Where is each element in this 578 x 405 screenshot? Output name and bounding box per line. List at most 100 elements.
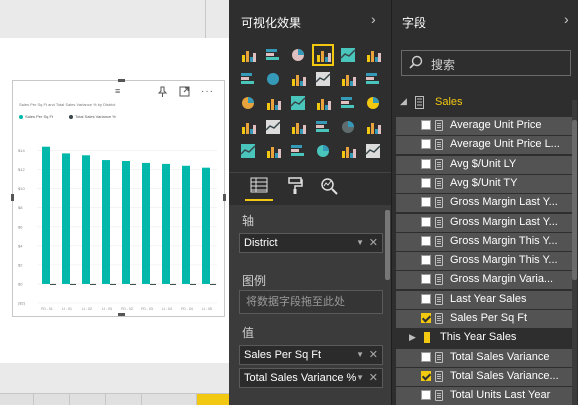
page-tab[interactable] — [0, 394, 34, 405]
report-canvas[interactable]: ≡ ··· Sales Per Sq Ft and Total Sales Va… — [0, 0, 229, 405]
chevron-down-icon[interactable]: ▼ — [356, 369, 364, 387]
field-checkbox[interactable] — [421, 216, 431, 227]
format-paint-roller-icon[interactable] — [281, 177, 309, 201]
collapse-triangle-icon[interactable]: ◢ — [400, 96, 407, 107]
globe-icon[interactable] — [365, 143, 381, 159]
page-tabs-bar — [0, 393, 229, 405]
page-tab[interactable] — [34, 394, 70, 405]
card-icon[interactable] — [315, 119, 331, 135]
field-row[interactable]: Total Sales Variance... — [396, 367, 572, 386]
area-chart-icon[interactable] — [265, 71, 281, 87]
field-row[interactable]: Avg $/Unit TY — [396, 174, 572, 193]
slicer-icon[interactable] — [240, 143, 256, 159]
expand-triangle-icon[interactable]: ▶ — [409, 332, 416, 343]
stacked-bar-chart-icon[interactable] — [240, 47, 256, 63]
fields-tab-icon[interactable] — [245, 177, 273, 201]
bar-sales-per-sq-ft — [62, 153, 70, 284]
field-checkbox[interactable] — [421, 370, 431, 381]
chevron-down-icon[interactable]: ▼ — [356, 346, 364, 364]
field-row[interactable]: ▶ This Year Sales — [396, 329, 572, 347]
field-row[interactable]: Sales Per Sq Ft — [396, 310, 572, 328]
page-tab[interactable] — [142, 394, 197, 405]
line-and-stacked-column-icon[interactable] — [340, 71, 356, 87]
bar-total-sales-variance — [110, 283, 116, 285]
analytics-magnifier-icon[interactable] — [315, 177, 343, 201]
field-row[interactable]: Gross Margin This Y... — [396, 232, 572, 251]
field-row[interactable]: Avg $/Unit LY — [396, 155, 572, 174]
field-checkbox[interactable] — [421, 177, 431, 188]
y-tick-label: $12 — [18, 167, 25, 172]
field-checkbox[interactable] — [421, 313, 431, 323]
value-field-chip[interactable]: Sales Per Sq Ft ▼ ✕ — [239, 345, 383, 365]
gauge-icon[interactable] — [290, 119, 306, 135]
treemap-icon[interactable] — [340, 95, 356, 111]
field-row[interactable]: Last Year Sales — [396, 290, 572, 309]
field-checkbox[interactable] — [421, 351, 431, 362]
field-checkbox[interactable] — [421, 120, 431, 130]
field-checkbox[interactable] — [421, 235, 431, 246]
y-tick-label: $8 — [18, 205, 23, 210]
line-chart-icon[interactable] — [240, 71, 256, 87]
line-and-column-chart-icon[interactable] — [315, 71, 331, 87]
field-row[interactable]: Total Units Last Year — [396, 387, 572, 405]
remove-icon[interactable]: ✕ — [369, 369, 378, 387]
field-checkbox[interactable] — [421, 274, 431, 285]
clustered-column-visual[interactable]: ≡ ··· Sales Per Sq Ft and Total Sales Va… — [11, 79, 226, 317]
funnel-chart-icon[interactable] — [265, 119, 281, 135]
measure-icon — [435, 197, 443, 209]
field-row[interactable]: Gross Margin Last Y... — [396, 213, 572, 232]
clustered-column-chart-icon[interactable] — [312, 44, 334, 66]
kpi-icon[interactable] — [365, 119, 381, 135]
legend-drop-zone[interactable]: 将数据字段拖至此处 — [239, 290, 383, 314]
chevron-right-icon[interactable]: › — [371, 11, 376, 27]
custom-visual-icon[interactable] — [340, 143, 356, 159]
field-checkbox[interactable] — [421, 197, 431, 208]
field-row[interactable]: Average Unit Price — [396, 117, 572, 135]
scatter-chart-icon[interactable] — [265, 95, 281, 111]
field-label: Gross Margin This Y... — [450, 254, 558, 267]
ribbon-chart-icon[interactable] — [365, 71, 381, 87]
donut-chart-icon[interactable] — [315, 95, 331, 111]
y-tick-label: ($2) — [18, 301, 26, 306]
field-checkbox[interactable] — [421, 293, 431, 304]
percent-stacked-column-icon[interactable] — [365, 47, 381, 63]
pie-chart-icon[interactable] — [290, 95, 306, 111]
field-row[interactable]: Total Sales Variance — [396, 348, 572, 367]
field-checkbox[interactable] — [421, 390, 431, 401]
stacked-column-chart-icon[interactable] — [265, 47, 281, 63]
page-tab[interactable] — [106, 394, 142, 405]
field-row[interactable]: Gross Margin This Y... — [396, 252, 572, 271]
measure-icon — [435, 120, 443, 131]
remove-icon[interactable]: ✕ — [369, 346, 378, 364]
r-visual-icon[interactable] — [315, 143, 331, 159]
page-tab[interactable] — [70, 394, 106, 405]
field-checkbox[interactable] — [421, 255, 431, 266]
chevron-right-icon[interactable]: › — [564, 11, 569, 27]
map-icon[interactable] — [365, 95, 381, 111]
field-checkbox[interactable] — [421, 139, 431, 150]
percent-stacked-bar-icon[interactable] — [340, 47, 356, 63]
clustered-bar-chart-icon[interactable] — [290, 47, 306, 63]
fields-scrollbar-thumb[interactable] — [572, 120, 577, 280]
stacked-area-chart-icon[interactable] — [290, 71, 306, 87]
field-label: Gross Margin This Y... — [450, 234, 558, 247]
add-page-button[interactable] — [197, 394, 229, 405]
value-field-chip[interactable]: Total Sales Variance % ▼ ✕ — [239, 368, 383, 388]
field-checkbox[interactable] — [421, 158, 431, 169]
chevron-down-icon[interactable]: ▼ — [356, 234, 364, 252]
table-name: Sales — [435, 96, 463, 108]
field-row[interactable]: Average Unit Price L... — [396, 136, 572, 155]
waterfall-chart-icon[interactable] — [240, 95, 256, 111]
table-node-sales[interactable]: ◢ Sales — [398, 95, 573, 111]
filled-map-icon[interactable] — [240, 119, 256, 135]
table-visual-icon[interactable] — [265, 143, 281, 159]
field-row[interactable]: Gross Margin Last Y... — [396, 194, 572, 213]
field-row[interactable]: Gross Margin Varia... — [396, 271, 572, 290]
axis-field-chip[interactable]: District ▼ ✕ — [239, 233, 383, 253]
multi-row-card-icon[interactable] — [340, 119, 356, 135]
search-input[interactable] — [401, 50, 571, 76]
bar-sales-per-sq-ft — [182, 165, 190, 284]
remove-icon[interactable]: ✕ — [369, 234, 378, 252]
wells-scrollbar-thumb[interactable] — [385, 210, 390, 280]
matrix-icon[interactable] — [290, 143, 306, 159]
